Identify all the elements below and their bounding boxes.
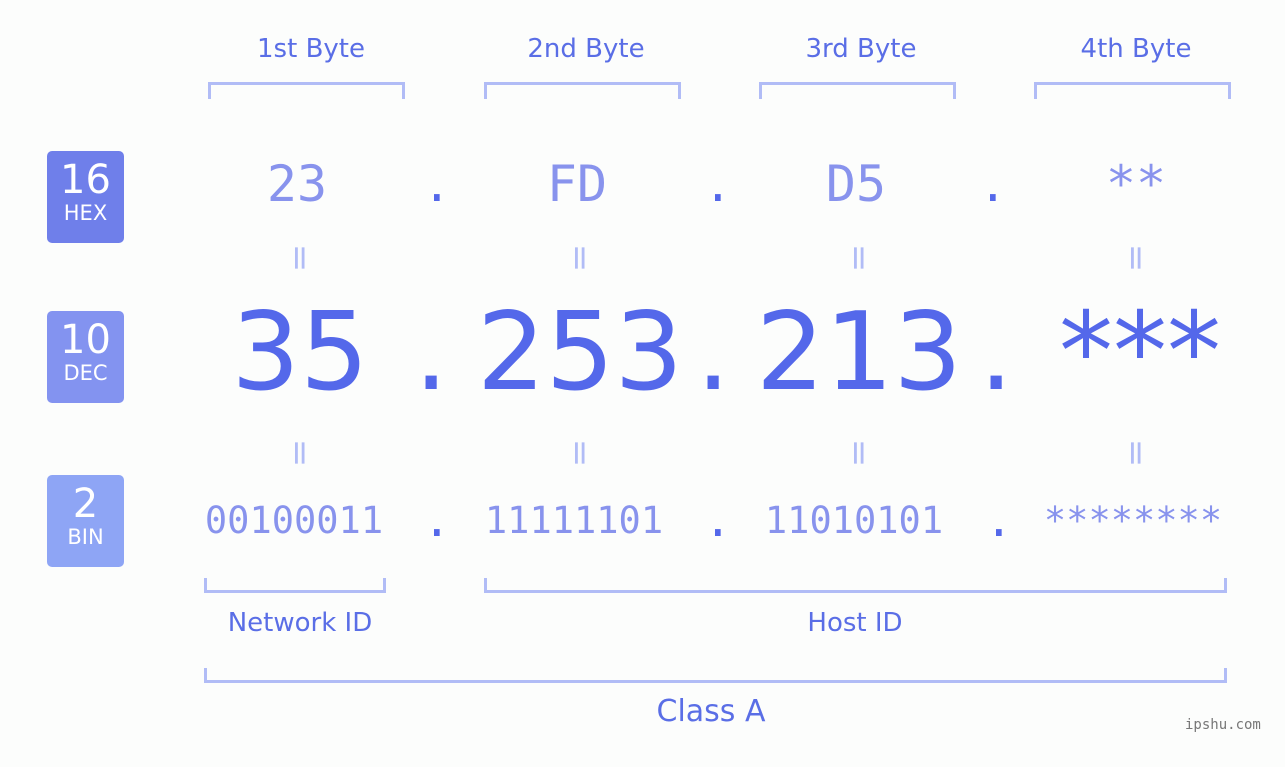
byte-header-2: 2nd Byte (527, 34, 645, 64)
equals-icon: = (839, 438, 879, 468)
hex-separator-3: . (979, 158, 1007, 212)
bin-byte-1: 00100011 (204, 499, 384, 542)
dec-separator-1: . (414, 290, 449, 415)
byte-bracket-3 (759, 82, 956, 99)
hex-byte-1: 23 (266, 155, 328, 213)
equals-icon: = (280, 243, 320, 273)
dec-separator-2: . (696, 290, 731, 415)
hex-label: HEX (63, 201, 108, 225)
dec-byte-3: 213 (755, 290, 963, 415)
hex-separator-1: . (423, 158, 451, 212)
network-id-label: Network ID (227, 608, 373, 638)
bin-separator-3: . (985, 493, 1013, 547)
hex-byte-2: FD (546, 155, 608, 213)
hex-separator-2: . (704, 158, 732, 212)
host-id-label: Host ID (807, 608, 903, 638)
equals-icon: = (560, 243, 600, 273)
dec-badge: 10 DEC (47, 311, 124, 403)
equals-icon: = (1116, 243, 1156, 273)
watermark: ipshu.com (1185, 717, 1261, 733)
byte-header-1: 1st Byte (257, 34, 365, 64)
equals-icon: = (1116, 438, 1156, 468)
dec-label: DEC (63, 361, 108, 385)
bin-byte-4: ******** (1043, 499, 1223, 542)
class-label: Class A (656, 694, 766, 729)
bin-byte-3: 11010101 (764, 499, 944, 542)
hex-byte-3: D5 (825, 155, 887, 213)
bin-label: BIN (67, 525, 104, 549)
class-bracket (204, 668, 1227, 683)
bin-base: 2 (72, 481, 99, 527)
dec-byte-2: 253 (476, 290, 684, 415)
dec-byte-1: 35 (231, 290, 369, 415)
bin-separator-1: . (423, 493, 451, 547)
hex-base: 16 (60, 157, 111, 203)
bin-badge: 2 BIN (47, 475, 124, 567)
byte-bracket-1 (208, 82, 405, 99)
network-id-bracket (204, 578, 386, 593)
equals-icon: = (839, 243, 879, 273)
hex-badge: 16 HEX (47, 151, 124, 243)
equals-icon: = (280, 438, 320, 468)
bin-separator-2: . (704, 493, 732, 547)
hex-byte-4: ** (1105, 155, 1167, 213)
byte-bracket-2 (484, 82, 681, 99)
dec-separator-3: . (979, 290, 1014, 415)
dec-byte-4: *** (1059, 290, 1221, 415)
equals-icon: = (560, 438, 600, 468)
byte-header-3: 3rd Byte (805, 34, 917, 64)
byte-bracket-4 (1034, 82, 1231, 99)
byte-header-4: 4th Byte (1080, 34, 1192, 64)
dec-base: 10 (60, 317, 111, 363)
bin-byte-2: 11111101 (484, 499, 664, 542)
host-id-bracket (484, 578, 1227, 593)
